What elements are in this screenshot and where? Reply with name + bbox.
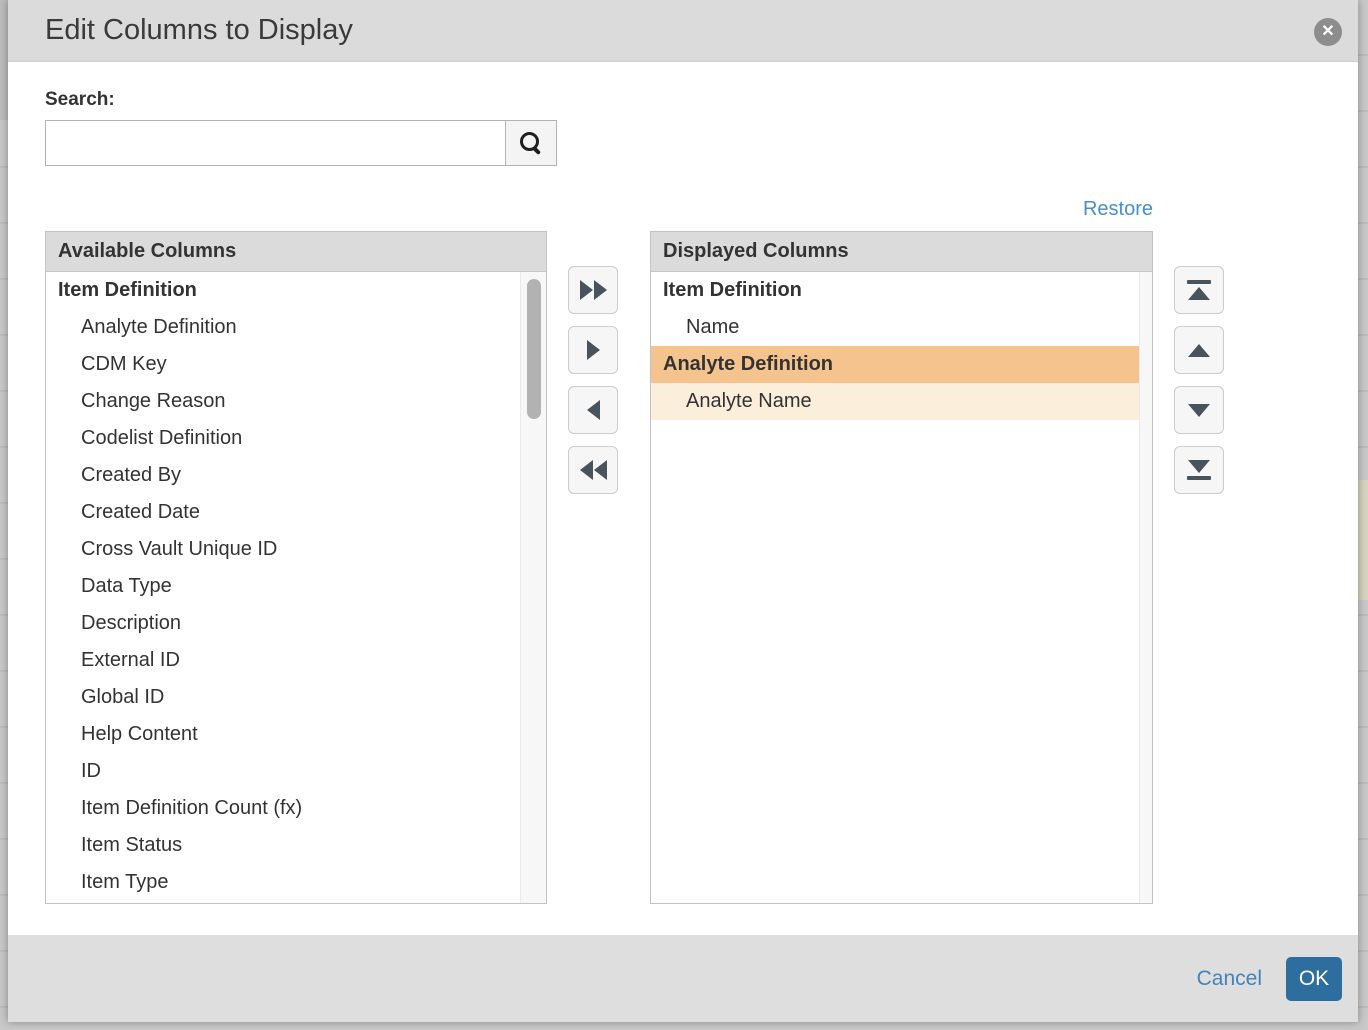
available-scrollbar-thumb[interactable]	[527, 279, 541, 419]
list-item[interactable]: Created By	[46, 457, 520, 494]
backdrop-row-right	[1358, 480, 1368, 600]
move-down-button[interactable]	[1174, 386, 1224, 434]
double-arrow-left-icon	[580, 460, 607, 480]
search-button[interactable]	[505, 120, 557, 166]
list-item[interactable]: Description	[46, 605, 520, 642]
list-item[interactable]: Created Date	[46, 494, 520, 531]
dialog-title: Edit Columns to Display	[45, 14, 353, 47]
move-to-bottom-button[interactable]	[1174, 446, 1224, 494]
move-up-button[interactable]	[1174, 326, 1224, 374]
list-item[interactable]: Item Definition Count (fx)	[46, 790, 520, 827]
arrow-to-bottom-icon	[1187, 460, 1211, 480]
list-item[interactable]: Global ID	[46, 679, 520, 716]
move-left-button[interactable]	[568, 386, 618, 434]
close-icon[interactable]: ✕	[1314, 18, 1342, 46]
list-item[interactable]: External ID	[46, 642, 520, 679]
cancel-button[interactable]: Cancel	[1197, 967, 1262, 991]
list-item[interactable]: CDM Key	[46, 346, 520, 383]
search-bar	[45, 120, 557, 166]
list-item[interactable]: Change Reason	[46, 383, 520, 420]
list-item[interactable]: ID	[46, 753, 520, 790]
backdrop-row-left	[0, 0, 8, 120]
move-all-left-button[interactable]	[568, 446, 618, 494]
search-label: Search:	[45, 89, 115, 111]
list-item[interactable]: Item Definition	[651, 272, 1139, 309]
list-item[interactable]: Data Type	[46, 568, 520, 605]
dialog-body: Search: Restore Available Columns Item D…	[8, 63, 1358, 935]
list-item[interactable]: Analyte Definition	[46, 309, 520, 346]
list-item[interactable]: Analyte Name	[651, 383, 1139, 420]
ok-button[interactable]: OK	[1286, 957, 1342, 1001]
list-item[interactable]: Analyte Definition	[651, 346, 1139, 383]
displayed-columns-panel: Displayed Columns Item DefinitionNameAna…	[650, 231, 1153, 904]
arrow-left-icon	[587, 400, 600, 420]
move-right-button[interactable]	[568, 326, 618, 374]
arrow-to-top-icon	[1187, 280, 1211, 300]
dialog-titlebar: Edit Columns to Display ✕	[8, 0, 1358, 62]
list-item[interactable]: Cross Vault Unique ID	[46, 531, 520, 568]
move-to-top-button[interactable]	[1174, 266, 1224, 314]
available-columns-header: Available Columns	[46, 232, 546, 272]
available-columns-panel: Available Columns Item DefinitionAnalyte…	[45, 231, 547, 904]
arrow-down-icon	[1188, 404, 1210, 417]
dialog-footer: Cancel OK	[8, 935, 1358, 1022]
move-all-right-button[interactable]	[568, 266, 618, 314]
list-item[interactable]: Name	[651, 309, 1139, 346]
displayed-scrollbar-track	[1139, 272, 1152, 903]
search-input[interactable]	[45, 120, 505, 166]
restore-link[interactable]: Restore	[1083, 198, 1153, 221]
available-columns-list: Item DefinitionAnalyte DefinitionCDM Key…	[46, 272, 520, 903]
available-scrollbar-track	[520, 272, 546, 903]
double-arrow-right-icon	[580, 280, 607, 300]
arrow-up-icon	[1188, 344, 1210, 357]
search-icon	[520, 132, 542, 154]
arrow-right-icon	[587, 340, 600, 360]
list-item[interactable]: Item Type	[46, 864, 520, 901]
list-item[interactable]: Item Status	[46, 827, 520, 864]
displayed-columns-header: Displayed Columns	[651, 232, 1152, 272]
list-item[interactable]: Item Definition	[46, 272, 520, 309]
edit-columns-dialog: Edit Columns to Display ✕ Search: Restor…	[8, 0, 1358, 1022]
list-item[interactable]: Codelist Definition	[46, 420, 520, 457]
displayed-columns-list: Item DefinitionNameAnalyte DefinitionAna…	[651, 272, 1139, 903]
list-item[interactable]: Help Content	[46, 716, 520, 753]
